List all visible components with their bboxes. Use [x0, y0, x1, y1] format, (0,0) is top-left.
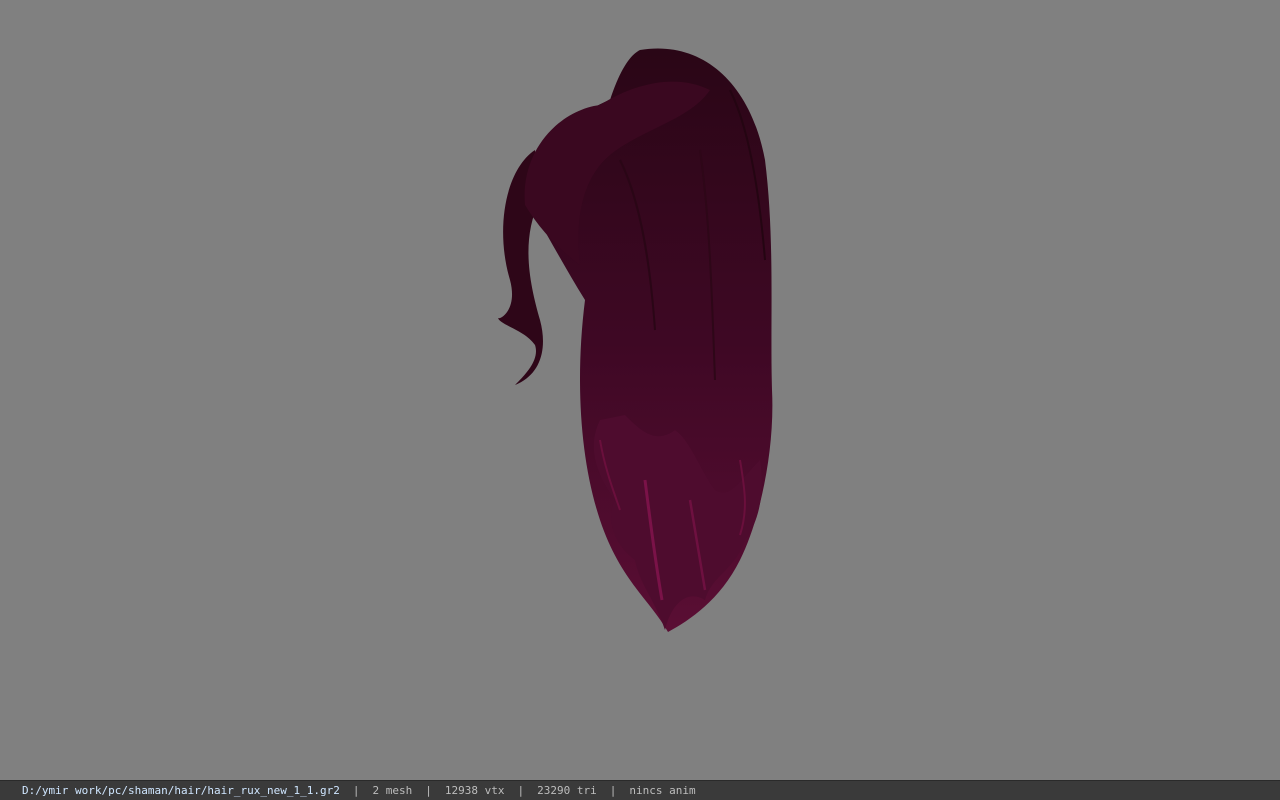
separator: | [517, 784, 525, 797]
3d-viewport[interactable] [0, 0, 1280, 780]
anim-status: nincs anim [629, 784, 696, 797]
status-bar: D:/ymir work/pc/shaman/hair/hair_rux_new… [0, 780, 1280, 800]
separator: | [352, 784, 360, 797]
hair-model-render[interactable] [0, 0, 1280, 780]
vertex-count: 12938 vtx [444, 784, 505, 797]
triangle-count: 23290 tri [537, 784, 597, 797]
file-path: D:/ymir work/pc/shaman/hair/hair_rux_new… [22, 784, 340, 797]
separator: | [425, 784, 432, 797]
hair-mesh [498, 48, 773, 632]
separator: | [609, 784, 617, 797]
mesh-count: 2 mesh [372, 784, 413, 797]
